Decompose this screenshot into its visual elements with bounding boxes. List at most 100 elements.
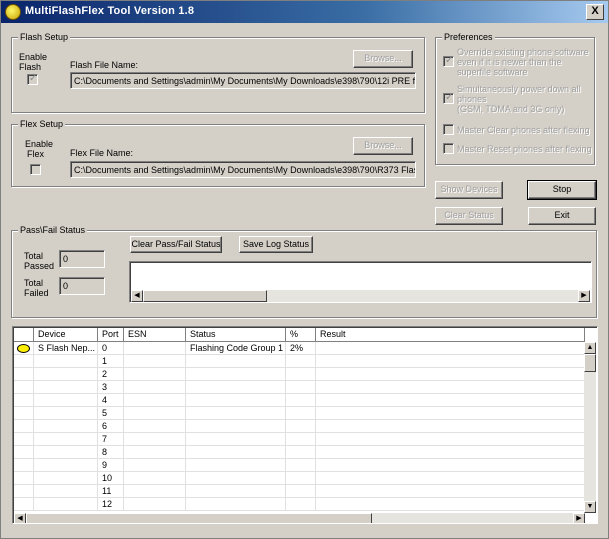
- cell-indicator: [14, 459, 34, 472]
- table-row[interactable]: 11: [14, 485, 585, 498]
- log-hscrollbar[interactable]: ◀ ▶: [131, 290, 590, 302]
- cell-status: [186, 394, 286, 407]
- preferences-group: Preferences ✓ Override existing phone so…: [435, 32, 595, 165]
- column-header-percent[interactable]: %: [286, 328, 316, 342]
- table-hscrollbar[interactable]: ◀ ▶: [14, 513, 585, 523]
- cell-result: [316, 433, 585, 446]
- up-arrow-icon[interactable]: ▲: [584, 342, 596, 354]
- column-header-indicator[interactable]: [14, 328, 34, 342]
- app-icon: [5, 4, 21, 20]
- table-row[interactable]: 6: [14, 420, 585, 433]
- column-header-device[interactable]: Device: [34, 328, 98, 342]
- title-bar[interactable]: MultiFlashFlex Tool Version 1.8 X: [1, 1, 608, 23]
- cell-status: [186, 498, 286, 511]
- pref-master-clear-checkbox[interactable]: [443, 124, 454, 135]
- flex-setup-legend: Flex Setup: [18, 119, 66, 129]
- cell-port: 12: [98, 498, 124, 511]
- column-header-status[interactable]: Status: [186, 328, 286, 342]
- cell-device: [34, 433, 98, 446]
- check-icon: ✓: [445, 92, 454, 103]
- exit-button[interactable]: Exit: [528, 207, 596, 225]
- check-icon: ✓: [445, 55, 454, 66]
- pref-master-reset-checkbox[interactable]: [443, 143, 454, 154]
- cell-esn: [124, 433, 186, 446]
- flash-file-label: Flash File Name:: [70, 60, 139, 70]
- table-row[interactable]: 4: [14, 394, 585, 407]
- cell-percent: 2%: [286, 342, 316, 355]
- cell-indicator: [14, 433, 34, 446]
- table-row[interactable]: 8: [14, 446, 585, 459]
- enable-flash-checkbox[interactable]: ✓: [27, 73, 38, 85]
- table-row[interactable]: 2: [14, 368, 585, 381]
- down-arrow-icon[interactable]: ▼: [584, 501, 596, 513]
- cell-percent: [286, 433, 316, 446]
- table-vscroll-thumb[interactable]: [584, 354, 596, 372]
- cell-esn: [124, 420, 186, 433]
- cell-device: [34, 459, 98, 472]
- column-header-port[interactable]: Port: [98, 328, 124, 342]
- cell-percent: [286, 368, 316, 381]
- cell-esn: [124, 472, 186, 485]
- cell-port: 8: [98, 446, 124, 459]
- left-arrow-icon[interactable]: ◀: [14, 513, 26, 523]
- cell-device: [34, 485, 98, 498]
- show-devices-button[interactable]: Show Devices: [435, 181, 503, 199]
- device-table[interactable]: Device Port ESN Status % Result S Flash …: [12, 326, 598, 524]
- pass-fail-group: Pass\Fail Status Total Passed 0 Total Fa…: [11, 225, 597, 318]
- log-scroll-thumb[interactable]: [143, 290, 267, 302]
- cell-status: [186, 472, 286, 485]
- table-row[interactable]: 3: [14, 381, 585, 394]
- table-row[interactable]: S Flash Nep... 0 Flashing Code Group 1 2%: [14, 342, 585, 355]
- cell-percent: [286, 394, 316, 407]
- cell-indicator: [14, 446, 34, 459]
- table-hscroll-thumb[interactable]: [26, 513, 372, 523]
- pref-override-checkbox[interactable]: ✓: [443, 55, 454, 67]
- cell-port: 3: [98, 381, 124, 394]
- right-arrow-icon[interactable]: ▶: [578, 290, 590, 302]
- pass-fail-legend: Pass\Fail Status: [18, 225, 88, 235]
- cell-percent: [286, 446, 316, 459]
- cell-percent: [286, 407, 316, 420]
- flex-file-field[interactable]: C:\Documents and Settings\admin\My Docum…: [70, 161, 416, 178]
- table-row[interactable]: 9: [14, 459, 585, 472]
- total-passed-label-2: Passed: [24, 261, 55, 271]
- table-row[interactable]: 1: [14, 355, 585, 368]
- cell-result: [316, 498, 585, 511]
- column-header-esn[interactable]: ESN: [124, 328, 186, 342]
- log-output-box[interactable]: ◀ ▶: [129, 261, 592, 303]
- cell-indicator: [14, 394, 34, 407]
- save-log-button[interactable]: Save Log Status: [239, 236, 313, 253]
- left-arrow-icon[interactable]: ◀: [131, 290, 143, 302]
- cell-device: [34, 355, 98, 368]
- flash-browse-button[interactable]: Browse...: [353, 50, 413, 68]
- flex-browse-button[interactable]: Browse...: [353, 137, 413, 155]
- clear-pass-fail-button[interactable]: Clear Pass/Fail Status: [130, 236, 222, 253]
- total-failed-field: 0: [59, 277, 105, 295]
- cell-result: [316, 459, 585, 472]
- close-button[interactable]: X: [586, 4, 604, 20]
- cell-port: 2: [98, 368, 124, 381]
- cell-percent: [286, 420, 316, 433]
- cell-status: Flashing Code Group 1: [186, 342, 286, 355]
- table-row[interactable]: 7: [14, 433, 585, 446]
- main-window: MultiFlashFlex Tool Version 1.8 X Flash …: [0, 0, 609, 539]
- clear-status-button[interactable]: Clear Status: [435, 207, 503, 225]
- table-row[interactable]: 5: [14, 407, 585, 420]
- right-arrow-icon[interactable]: ▶: [573, 513, 585, 523]
- table-vscrollbar[interactable]: ▲ ▼: [584, 342, 596, 513]
- flash-file-field[interactable]: C:\Documents and Settings\admin\My Docum…: [70, 72, 416, 89]
- column-header-result[interactable]: Result: [316, 328, 585, 342]
- pref-power-down-checkbox[interactable]: ✓: [443, 92, 454, 104]
- table-row[interactable]: 10: [14, 472, 585, 485]
- enable-flash-label-1: Enable: [19, 52, 48, 62]
- table-row[interactable]: 12: [14, 498, 585, 511]
- enable-flex-label-2: Flex: [27, 149, 45, 159]
- cell-device: [34, 381, 98, 394]
- preferences-legend: Preferences: [442, 32, 495, 42]
- enable-flex-checkbox[interactable]: [30, 164, 41, 175]
- enable-flex-label-1: Enable: [25, 139, 54, 149]
- stop-button[interactable]: Stop: [527, 180, 597, 200]
- cell-result: [316, 381, 585, 394]
- cell-percent: [286, 459, 316, 472]
- cell-device: [34, 394, 98, 407]
